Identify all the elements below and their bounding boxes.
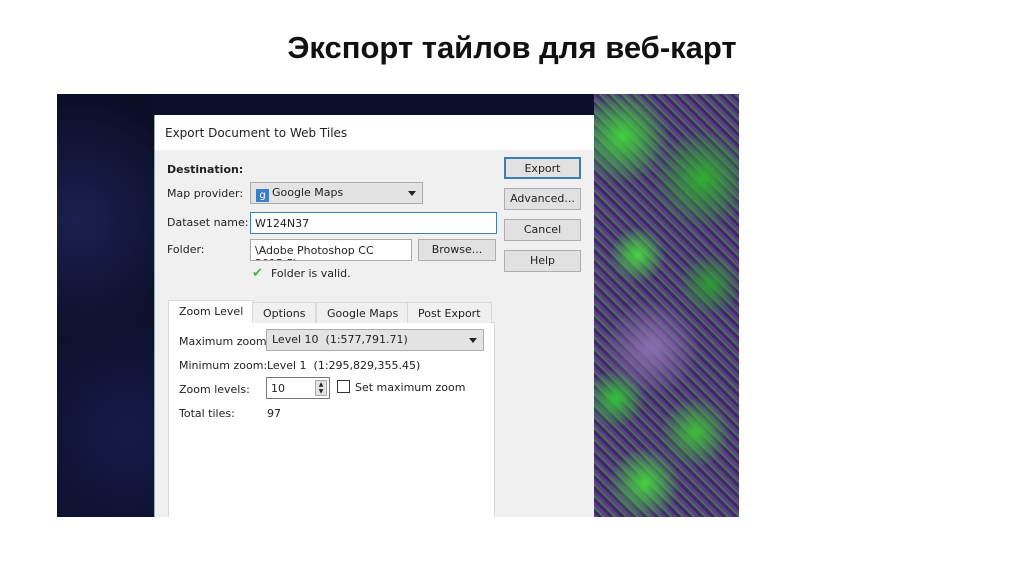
total-tiles-label: Total tiles: bbox=[179, 407, 235, 420]
screenshot: Export Document to Web Tiles Destination… bbox=[57, 94, 739, 517]
set-max-zoom-checkbox[interactable] bbox=[337, 380, 350, 393]
tab-post-export[interactable]: Post Export bbox=[407, 302, 492, 323]
total-tiles-value: 97 bbox=[267, 407, 281, 420]
max-zoom-select[interactable]: Level 10 (1:577,791.71) bbox=[266, 329, 484, 351]
zoom-levels-label: Zoom levels: bbox=[179, 383, 250, 396]
google-icon: g bbox=[256, 189, 269, 202]
min-zoom-value: Level 1 (1:295,829,355.45) bbox=[267, 359, 421, 372]
dataset-name-input[interactable]: W124N37 bbox=[250, 212, 497, 234]
dialog-title: Export Document to Web Tiles bbox=[155, 115, 594, 150]
map-provider-value: Google Maps bbox=[272, 186, 344, 199]
checkmark-icon: ✔ bbox=[252, 266, 263, 281]
chevron-down-icon bbox=[469, 338, 477, 343]
folder-input[interactable]: \Adobe Photoshop CC 2015.5\ bbox=[250, 239, 412, 261]
satellite-image bbox=[594, 94, 739, 517]
tab-zoom-level[interactable]: Zoom Level bbox=[168, 300, 255, 323]
export-button[interactable]: Export bbox=[504, 157, 581, 179]
spinner-arrows-icon[interactable]: ▲ ▼ bbox=[315, 380, 327, 396]
tab-options[interactable]: Options bbox=[252, 302, 317, 323]
tab-google-maps[interactable]: Google Maps bbox=[316, 302, 410, 323]
folder-status: Folder is valid. bbox=[271, 267, 351, 280]
slide-title: Экспорт тайлов для веб-карт bbox=[287, 30, 737, 65]
chevron-down-icon bbox=[408, 191, 416, 196]
browse-button[interactable]: Browse... bbox=[418, 239, 496, 261]
desktop-background bbox=[57, 94, 157, 517]
dataset-name-label: Dataset name: bbox=[167, 216, 249, 229]
zoom-levels-value: 10 bbox=[271, 382, 285, 395]
zoom-levels-stepper[interactable]: 10 ▲ ▼ bbox=[266, 377, 330, 399]
advanced-button[interactable]: Advanced... bbox=[504, 188, 581, 210]
set-max-zoom-label[interactable]: Set maximum zoom bbox=[355, 381, 465, 394]
max-zoom-label: Maximum zoom: bbox=[179, 335, 271, 348]
cancel-button[interactable]: Cancel bbox=[504, 219, 581, 241]
export-dialog: Export Document to Web Tiles Destination… bbox=[154, 115, 594, 517]
min-zoom-label: Minimum zoom: bbox=[179, 359, 268, 372]
map-provider-label: Map provider: bbox=[167, 187, 244, 200]
max-zoom-value: Level 10 (1:577,791.71) bbox=[272, 333, 408, 346]
folder-label: Folder: bbox=[167, 243, 205, 256]
destination-label: Destination: bbox=[167, 163, 244, 176]
map-provider-select[interactable]: g Google Maps bbox=[250, 182, 423, 204]
help-button[interactable]: Help bbox=[504, 250, 581, 272]
